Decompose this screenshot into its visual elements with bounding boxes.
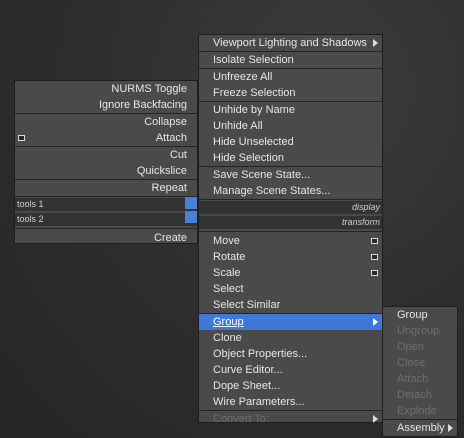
submenu-item-ungroup[interactable]: Ungroup xyxy=(383,323,457,339)
menu-item-quickslice[interactable]: Quickslice xyxy=(15,163,197,179)
menu-separator xyxy=(15,228,197,229)
settings-box-icon[interactable] xyxy=(371,270,378,276)
menu-item-move[interactable]: Move xyxy=(199,233,382,249)
menu-item-attach[interactable]: Attach xyxy=(15,130,197,146)
menu-item-wire-parameters[interactable]: Wire Parameters... xyxy=(199,394,382,410)
submenu-arrow-icon xyxy=(373,415,378,423)
submenu-item-group[interactable]: Group xyxy=(383,307,457,323)
menu-item-group[interactable]: Group xyxy=(199,314,382,330)
menu-item-unfreeze-all[interactable]: Unfreeze All xyxy=(199,69,382,85)
submenu-arrow-icon xyxy=(373,318,378,326)
menu-item-create[interactable]: Create xyxy=(15,230,197,246)
settings-box-icon[interactable] xyxy=(371,238,378,244)
menu-item-cut[interactable]: Cut xyxy=(15,147,197,163)
menu-item-convert-to[interactable]: Convert To: xyxy=(199,411,382,427)
left-quad-menu: NURMS Toggle Ignore Backfacing Collapse … xyxy=(14,80,198,244)
submenu-arrow-icon xyxy=(373,39,378,47)
menu-item-unhide-by-name[interactable]: Unhide by Name xyxy=(199,102,382,118)
menu-item-hide-selection[interactable]: Hide Selection xyxy=(199,150,382,166)
menu-item-object-properties[interactable]: Object Properties... xyxy=(199,346,382,362)
menu-item-isolate-selection[interactable]: Isolate Selection xyxy=(199,52,382,68)
menu-item-unhide-all[interactable]: Unhide All xyxy=(199,118,382,134)
right-quad-menu: Viewport Lighting and Shadows Isolate Se… xyxy=(198,34,383,425)
submenu-item-detach[interactable]: Detach xyxy=(383,387,457,403)
menu-item-ignore-backfacing[interactable]: Ignore Backfacing xyxy=(15,97,197,113)
submenu-item-assembly[interactable]: Assembly xyxy=(383,420,457,436)
menu-item-nurms-toggle[interactable]: NURMS Toggle xyxy=(15,81,197,97)
menu-item-manage-scene-states[interactable]: Manage Scene States... xyxy=(199,183,382,199)
menu-separator xyxy=(15,196,197,197)
group-submenu: Group Ungroup Open Close Attach Detach E… xyxy=(382,306,458,437)
menu-item-save-scene-state[interactable]: Save Scene State... xyxy=(199,167,382,183)
settings-box-icon[interactable] xyxy=(18,135,25,141)
menu-item-select-similar[interactable]: Select Similar xyxy=(199,297,382,313)
quad-label-tools2: tools 2 xyxy=(15,213,197,226)
menu-item-select[interactable]: Select xyxy=(199,281,382,297)
quad-label-transform: transform xyxy=(199,216,382,229)
menu-item-repeat[interactable]: Repeat xyxy=(15,180,197,196)
submenu-item-close[interactable]: Close xyxy=(383,355,457,371)
menu-item-clone[interactable]: Clone xyxy=(199,330,382,346)
submenu-item-explode[interactable]: Explode xyxy=(383,403,457,419)
quad-center-left-bottom[interactable] xyxy=(185,211,197,223)
submenu-arrow-icon xyxy=(448,424,453,432)
menu-separator xyxy=(199,231,382,232)
menu-item-freeze-selection[interactable]: Freeze Selection xyxy=(199,85,382,101)
menu-item-curve-editor[interactable]: Curve Editor... xyxy=(199,362,382,378)
quad-label-display: display xyxy=(199,201,382,214)
menu-item-hide-unselected[interactable]: Hide Unselected xyxy=(199,134,382,150)
settings-box-icon[interactable] xyxy=(371,254,378,260)
menu-separator xyxy=(199,199,382,200)
submenu-item-attach[interactable]: Attach xyxy=(383,371,457,387)
submenu-item-open[interactable]: Open xyxy=(383,339,457,355)
menu-item-scale[interactable]: Scale xyxy=(199,265,382,281)
menu-item-rotate[interactable]: Rotate xyxy=(199,249,382,265)
menu-item-dope-sheet[interactable]: Dope Sheet... xyxy=(199,378,382,394)
quad-center-left-top[interactable] xyxy=(185,197,197,209)
menu-item-viewport-lighting[interactable]: Viewport Lighting and Shadows xyxy=(199,35,382,51)
quad-label-tools1: tools 1 xyxy=(15,198,197,211)
menu-item-collapse[interactable]: Collapse xyxy=(15,114,197,130)
